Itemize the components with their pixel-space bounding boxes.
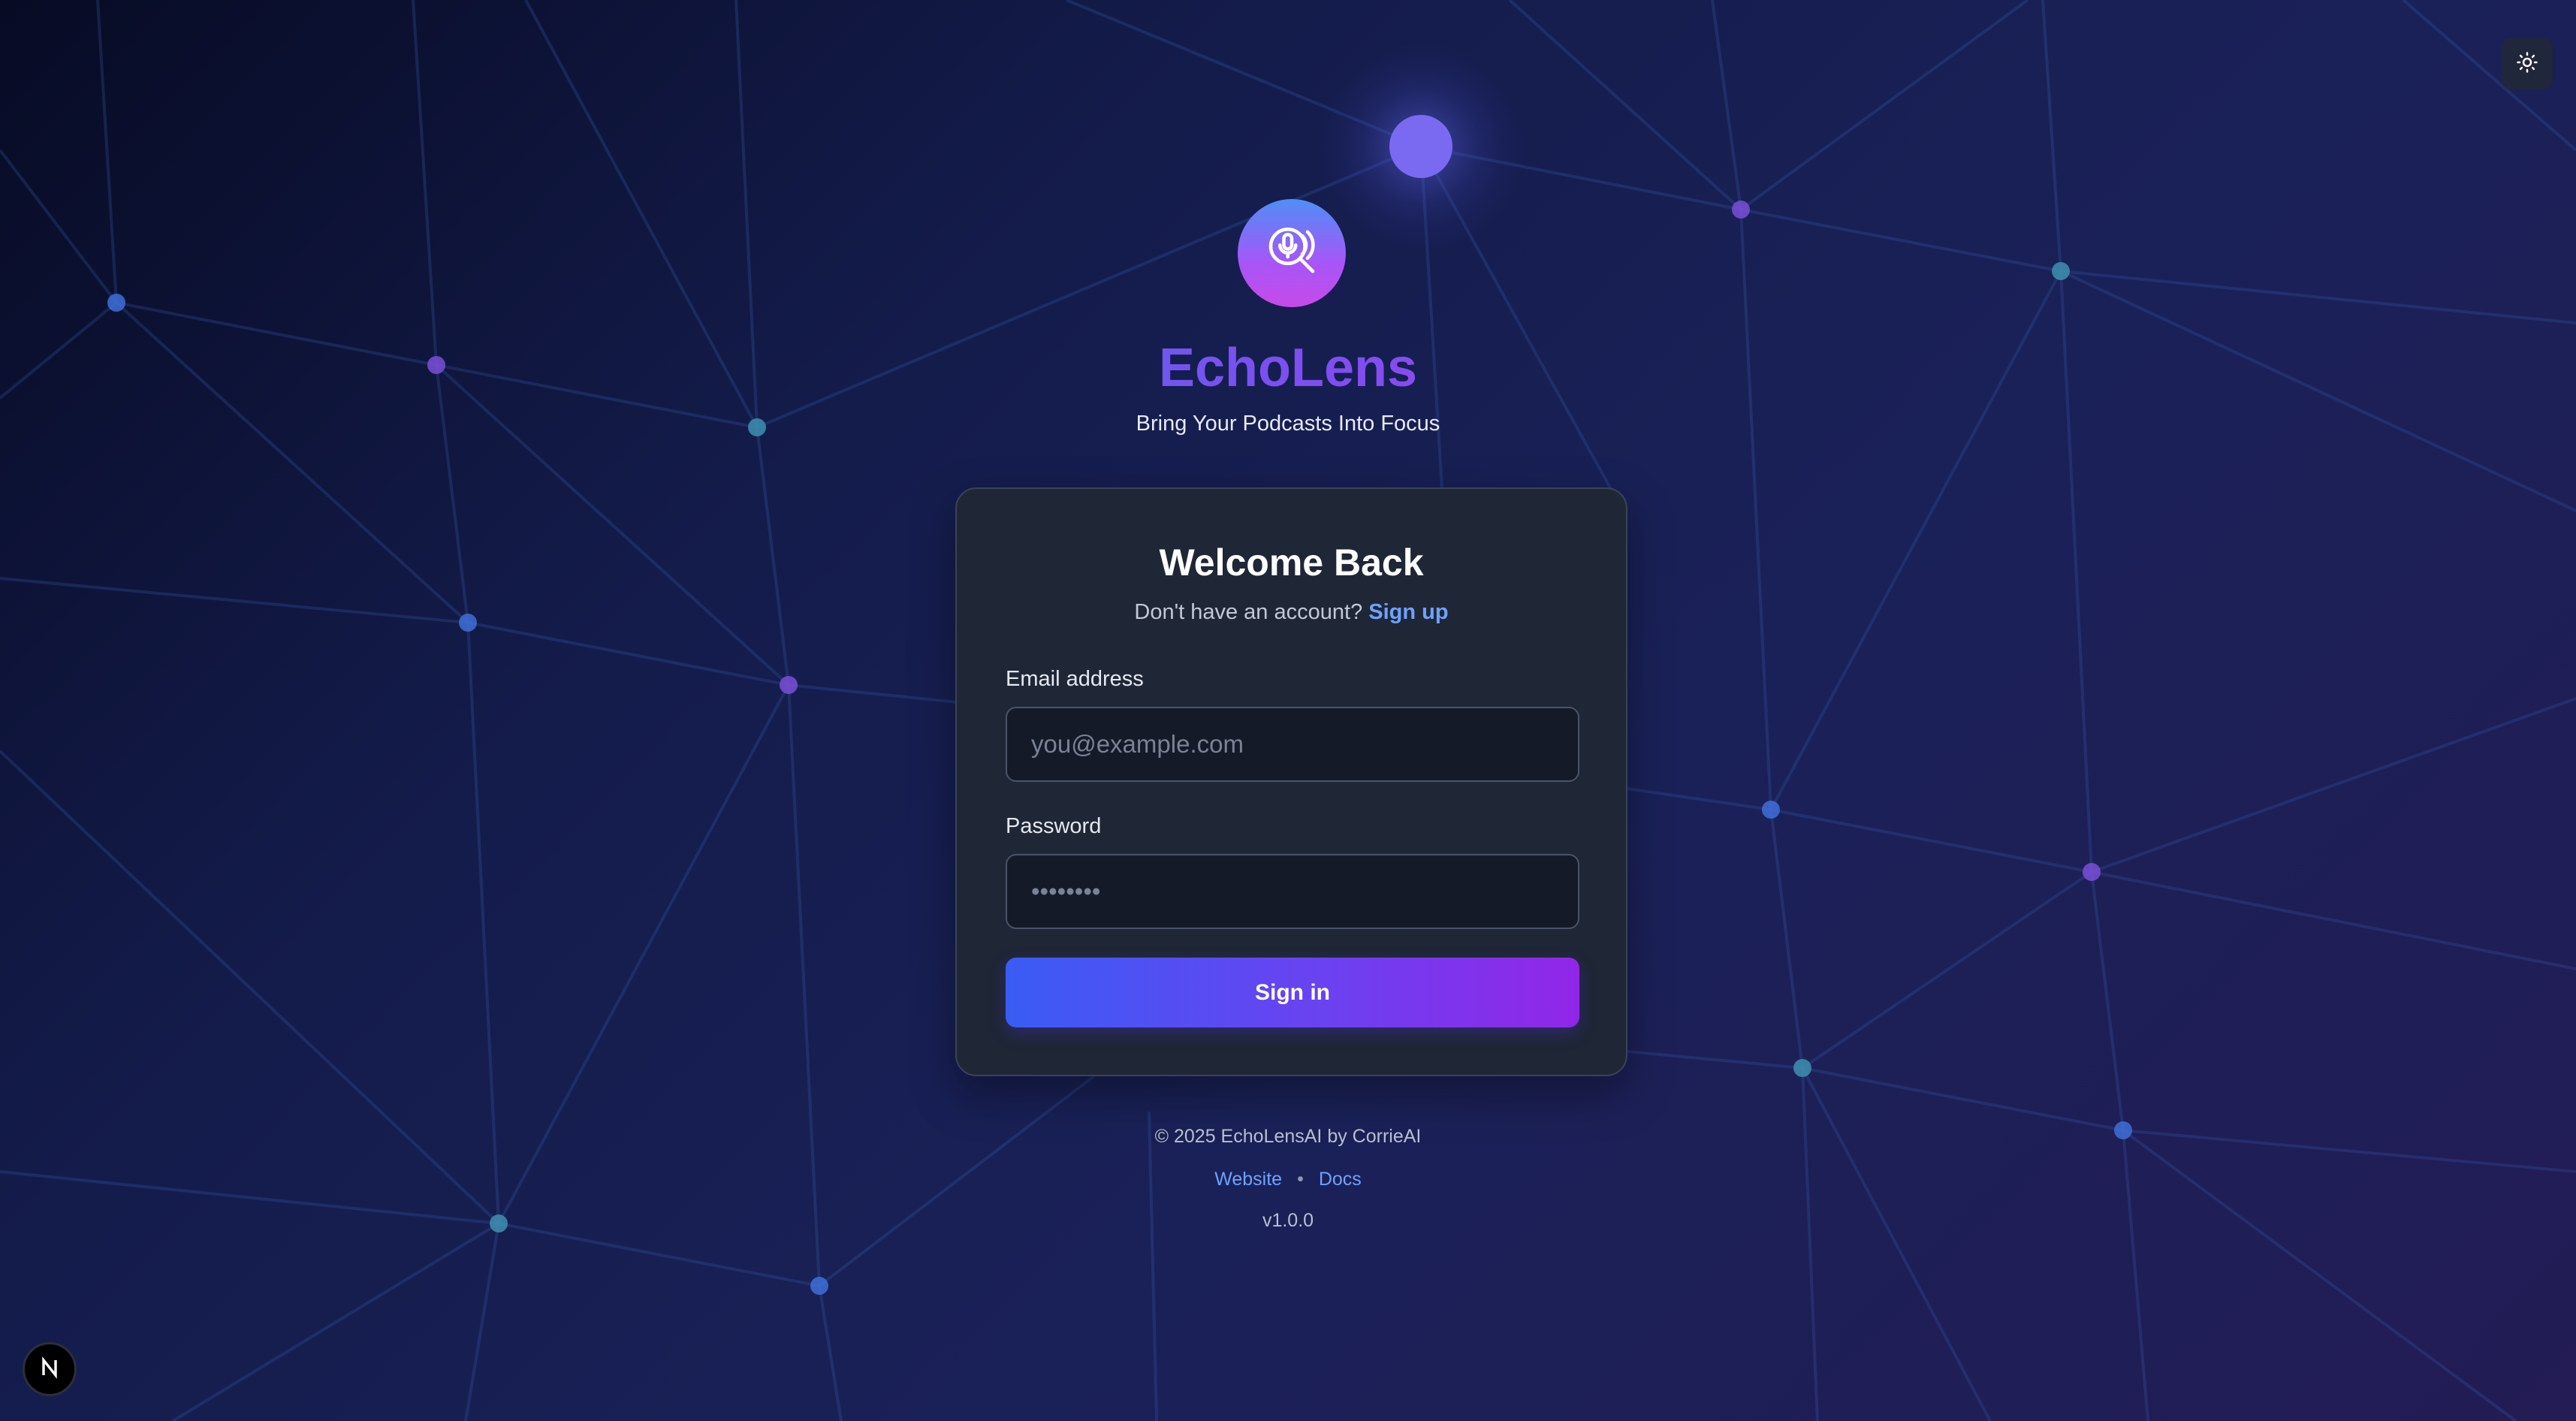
network-node	[1762, 801, 1780, 819]
network-node	[107, 294, 125, 312]
email-field[interactable]	[1006, 707, 1579, 782]
network-node	[748, 418, 766, 436]
password-label: Password	[1006, 814, 1102, 838]
brand-title: EchoLens	[912, 330, 1664, 406]
password-field[interactable]	[1006, 854, 1579, 929]
footer-links: Website • Docs	[912, 1166, 1664, 1192]
signup-prompt: Don't have an account? Sign up	[957, 597, 1626, 627]
brand-tagline: Bring Your Podcasts Into Focus	[1136, 412, 1440, 436]
theme-toggle-button[interactable]	[2502, 38, 2553, 89]
network-node	[1732, 201, 1750, 219]
network-node	[2114, 1121, 2132, 1139]
sun-icon	[2516, 51, 2538, 77]
network-node	[810, 1277, 828, 1295]
nextjs-dev-badge[interactable]	[23, 1342, 77, 1396]
website-link[interactable]: Website	[1214, 1169, 1282, 1190]
login-card: Welcome Back Don't have an account? Sign…	[955, 487, 1627, 1076]
network-node	[1793, 1059, 1811, 1077]
email-label: Email address	[1006, 667, 1144, 691]
network-node	[490, 1214, 508, 1232]
app-version: v1.0.0	[1262, 1210, 1314, 1231]
network-node	[459, 614, 477, 632]
footer-separator: •	[1297, 1169, 1304, 1190]
nextjs-icon	[37, 1355, 62, 1384]
signup-link[interactable]: Sign up	[1368, 600, 1448, 624]
network-node	[2083, 863, 2101, 881]
podcast-search-icon	[1260, 220, 1323, 287]
sign-in-button[interactable]: Sign in	[1006, 958, 1579, 1027]
network-node	[427, 356, 445, 374]
brand-logo	[1238, 199, 1346, 307]
network-node	[2052, 262, 2070, 280]
footer-copyright: © 2025 EchoLensAI by CorrieAI	[1154, 1126, 1422, 1147]
signup-prompt-text: Don't have an account?	[1134, 600, 1363, 624]
login-title: Welcome Back	[1159, 542, 1424, 584]
glowing-node-core	[1389, 115, 1452, 178]
network-node	[780, 676, 798, 694]
docs-link[interactable]: Docs	[1319, 1169, 1362, 1190]
